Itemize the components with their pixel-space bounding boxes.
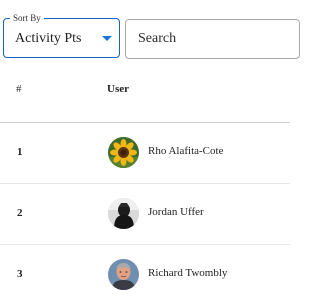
search-field[interactable] [125, 19, 300, 59]
column-header-rank: # [16, 83, 22, 95]
table-row[interactable]: 2 Jordan Uffer [0, 184, 290, 245]
dropdown-arrow-icon[interactable] [102, 36, 112, 41]
sort-by-value: Activity Pts [15, 31, 82, 46]
leaderboard-panel: Sort By Activity Pts # User 1 [0, 0, 300, 300]
search-input[interactable] [126, 20, 299, 58]
column-header-user: User [107, 83, 129, 95]
user-name: Jordan Uffer [148, 206, 204, 218]
dark-figure-avatar [108, 198, 139, 229]
table-row[interactable]: 3 Richard Twombly [0, 245, 290, 300]
sunflower-avatar [108, 137, 139, 168]
row-rank: 1 [17, 146, 23, 158]
user-name: Rho Alafita-Cote [148, 145, 224, 157]
sort-by-select[interactable]: Sort By Activity Pts [3, 12, 120, 58]
row-rank: 3 [17, 268, 23, 280]
user-name: Richard Twombly [148, 267, 228, 279]
person-photo-avatar [108, 259, 139, 290]
table-header: # User [0, 60, 290, 123]
sort-by-label: Sort By [10, 12, 44, 24]
row-rank: 2 [17, 207, 23, 219]
table-row[interactable]: 1 Rho Alafita-Cote [0, 123, 290, 184]
